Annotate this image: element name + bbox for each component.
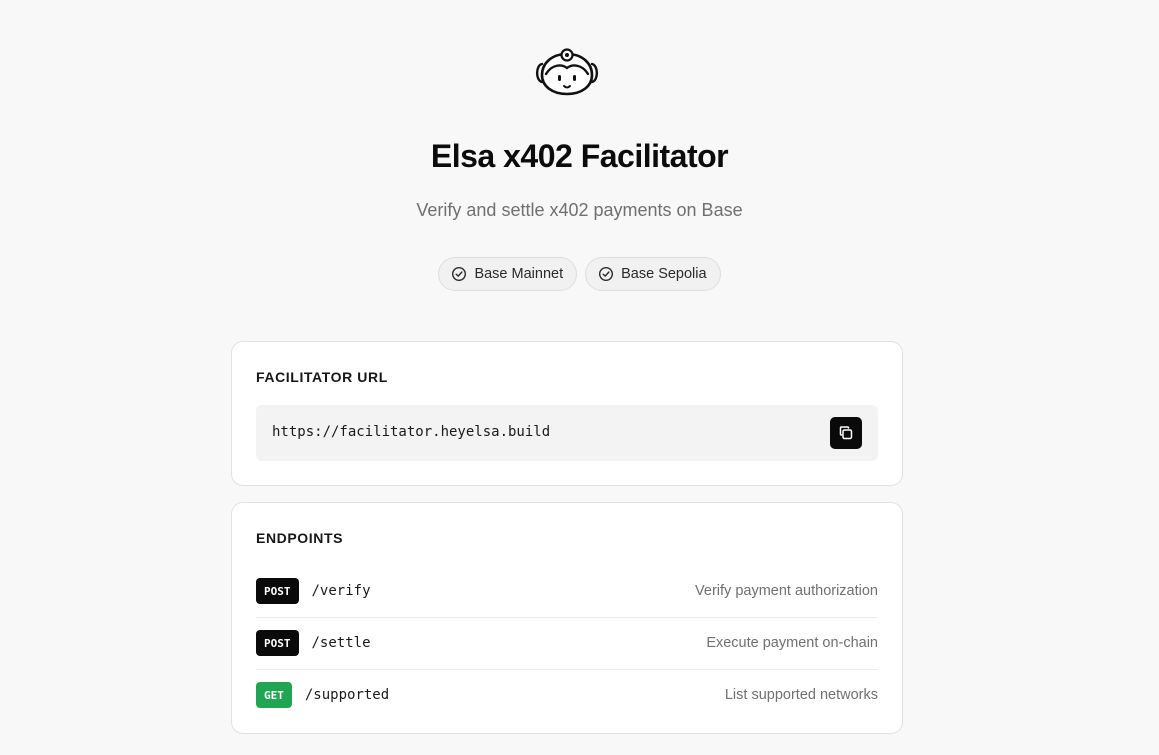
check-circle-icon — [599, 266, 614, 282]
endpoints-card: ENDPOINTS POST /verify Verify payment au… — [231, 502, 903, 734]
network-badge-base-sepolia: Base Sepolia — [585, 257, 721, 291]
endpoint-row-supported: GET /supported List supported networks — [256, 669, 878, 721]
endpoint-description: Verify payment authorization — [695, 583, 878, 599]
facilitator-url-text[interactable]: https://facilitator.heyelsa.build — [272, 424, 550, 440]
facilitator-url-box: https://facilitator.heyelsa.build — [256, 405, 878, 461]
robot-mascot-icon — [535, 48, 599, 96]
network-badges: Base Mainnet Base Sepolia — [0, 257, 1159, 291]
facilitator-url-heading: FACILITATOR URL — [256, 369, 388, 385]
endpoint-description: List supported networks — [724, 687, 878, 703]
method-badge-post: POST — [256, 630, 299, 656]
check-circle-icon — [452, 266, 467, 282]
endpoint-path: /supported — [304, 687, 390, 703]
page-title: Elsa x402 Facilitator — [430, 138, 729, 174]
network-badge-label: Base Sepolia — [621, 266, 707, 282]
endpoint-row-settle: POST /settle Execute payment on-chain — [256, 617, 878, 670]
facilitator-url-card: FACILITATOR URL https://facilitator.heye… — [231, 341, 903, 486]
method-badge-get: GET — [256, 682, 292, 708]
page: Elsa x402 Facilitator Verify and settle … — [0, 0, 1159, 755]
endpoint-path: /verify — [311, 583, 371, 599]
endpoint-row-verify: POST /verify Verify payment authorizatio… — [256, 565, 878, 618]
network-badge-label: Base Mainnet — [474, 266, 564, 282]
copy-url-button[interactable] — [830, 417, 862, 449]
endpoint-description: Execute payment on-chain — [706, 635, 878, 651]
endpoint-path: /settle — [311, 635, 371, 651]
network-badge-base-mainnet: Base Mainnet — [438, 257, 578, 291]
copy-icon — [839, 426, 853, 440]
page-subtitle: Verify and settle x402 payments on Base — [416, 200, 743, 220]
endpoints-heading: ENDPOINTS — [256, 530, 344, 546]
method-badge-post: POST — [256, 578, 299, 604]
